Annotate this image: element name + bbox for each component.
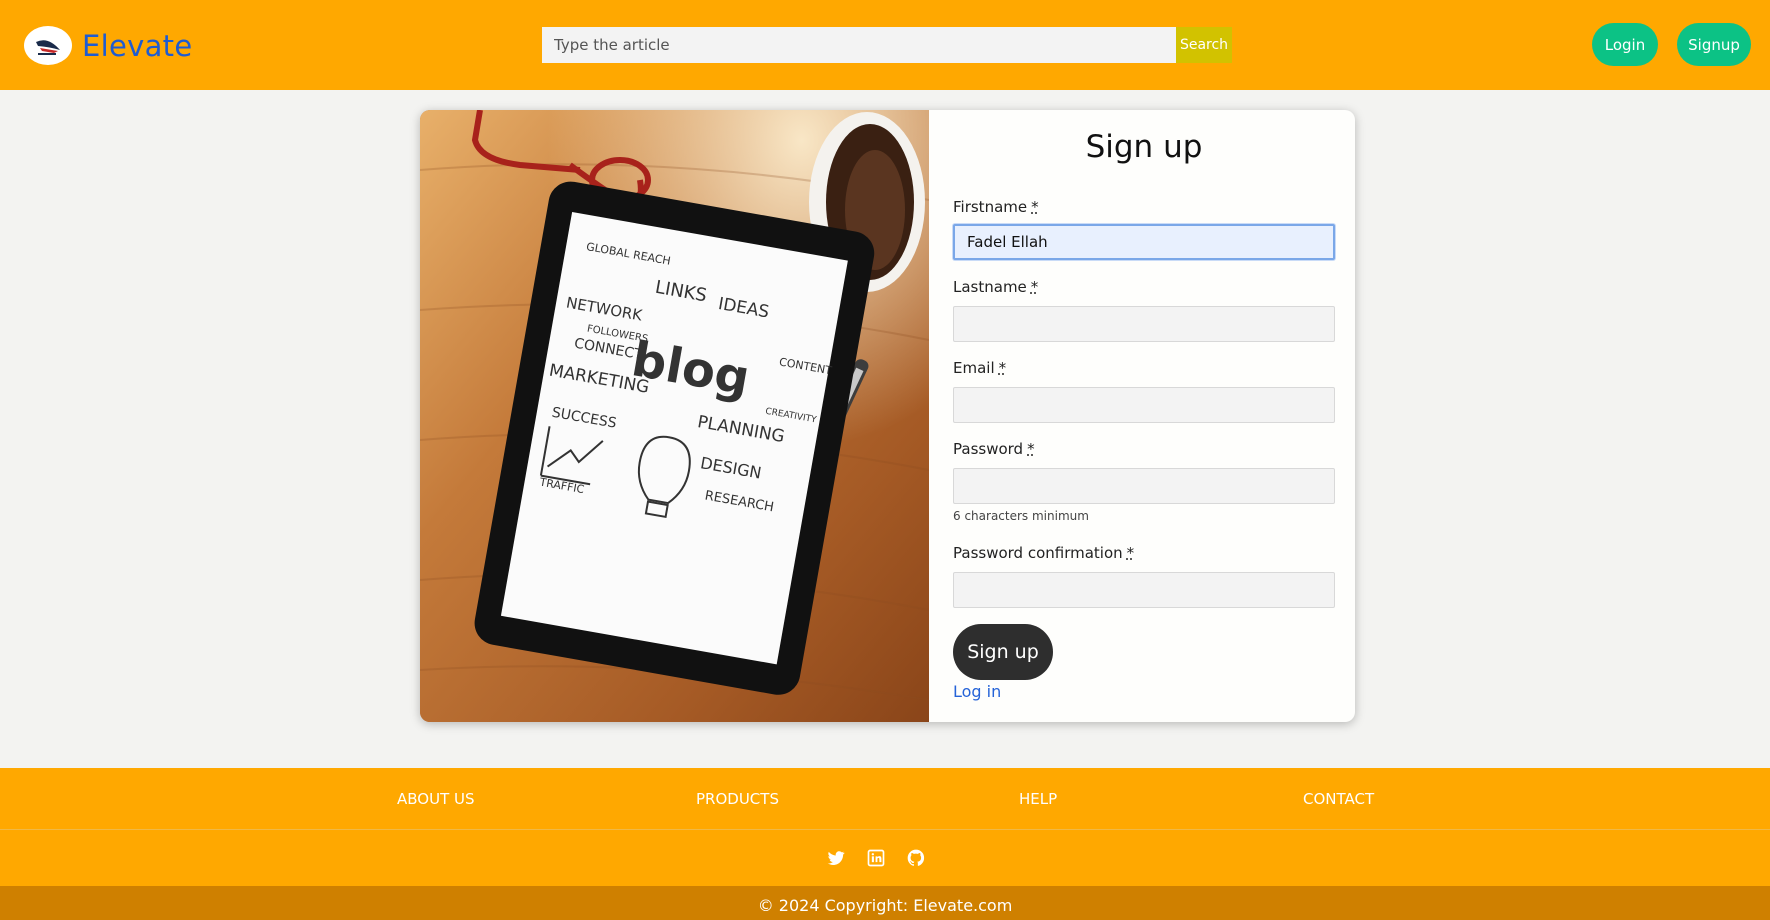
copyright: © 2024 Copyright: Elevate.com bbox=[0, 886, 1770, 920]
firstname-label: Firstname * bbox=[953, 198, 1039, 216]
footer-nav: ABOUT US PRODUCTS HELP CONTACT bbox=[0, 768, 1770, 830]
navbar: Elevate Search Login Signup bbox=[0, 0, 1770, 90]
linkedin-icon[interactable] bbox=[866, 848, 886, 868]
brand-logo bbox=[24, 26, 72, 65]
search-button[interactable]: Search bbox=[1176, 27, 1232, 63]
brand[interactable]: Elevate bbox=[24, 26, 192, 65]
password-label: Password * bbox=[953, 440, 1035, 458]
required-marker: * bbox=[1126, 544, 1135, 562]
signup-button[interactable]: Signup bbox=[1677, 23, 1751, 66]
password-label-text: Password bbox=[953, 440, 1024, 458]
password-confirmation-label-text: Password confirmation bbox=[953, 544, 1123, 562]
login-button[interactable]: Login bbox=[1592, 23, 1658, 66]
signup-card: GLOBAL REACH LINKS IDEAS NETWORK FOLLOWE… bbox=[420, 110, 1355, 722]
footer-link-help[interactable]: HELP bbox=[1019, 790, 1057, 808]
footer-link-products[interactable]: PRODUCTS bbox=[696, 790, 779, 808]
firstname-input[interactable] bbox=[953, 224, 1335, 260]
blog-tablet-photo: GLOBAL REACH LINKS IDEAS NETWORK FOLLOWE… bbox=[420, 110, 929, 722]
email-input[interactable] bbox=[953, 387, 1335, 423]
quill-logo-icon bbox=[36, 40, 60, 55]
lastname-label-text: Lastname bbox=[953, 278, 1027, 296]
footer: ABOUT US PRODUCTS HELP CONTACT © 2024 Co… bbox=[0, 768, 1770, 920]
twitter-icon[interactable] bbox=[826, 848, 846, 868]
password-confirmation-label: Password confirmation * bbox=[953, 544, 1134, 562]
password-input[interactable] bbox=[953, 468, 1335, 504]
search-input[interactable] bbox=[542, 27, 1176, 63]
email-label-text: Email bbox=[953, 359, 995, 377]
required-marker: * bbox=[1030, 278, 1039, 296]
required-marker: * bbox=[998, 359, 1007, 377]
brand-name[interactable]: Elevate bbox=[82, 29, 192, 63]
signup-submit-button[interactable]: Sign up bbox=[953, 624, 1053, 680]
lastname-label: Lastname * bbox=[953, 278, 1038, 296]
email-label: Email * bbox=[953, 359, 1006, 377]
login-link[interactable]: Log in bbox=[953, 682, 1001, 701]
desk-illustration: GLOBAL REACH LINKS IDEAS NETWORK FOLLOWE… bbox=[420, 110, 929, 722]
footer-link-contact[interactable]: CONTACT bbox=[1303, 790, 1374, 808]
firstname-label-text: Firstname bbox=[953, 198, 1028, 216]
search-bar: Search bbox=[542, 27, 1232, 63]
required-marker: * bbox=[1027, 440, 1035, 458]
password-confirmation-input[interactable] bbox=[953, 572, 1335, 608]
lastname-input[interactable] bbox=[953, 306, 1335, 342]
form-title: Sign up bbox=[1085, 129, 1203, 165]
password-hint: 6 characters minimum bbox=[953, 509, 1089, 523]
required-marker: * bbox=[1031, 198, 1039, 216]
footer-link-about-us[interactable]: ABOUT US bbox=[397, 790, 475, 808]
github-icon[interactable] bbox=[906, 848, 926, 868]
